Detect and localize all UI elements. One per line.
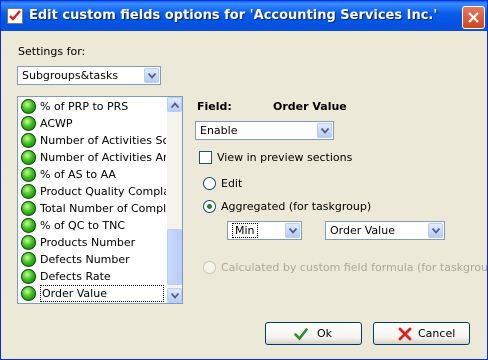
list-item[interactable]: Products Number [20,234,166,251]
window-title: Edit custom fields options for 'Accounti… [29,8,438,23]
list-item-label: % of AS to AA [40,168,116,181]
settings-for-label: Settings for: [18,45,86,58]
green-ball-icon [21,252,36,267]
scroll-thumb[interactable] [167,229,182,285]
aggregate-function-value: Min [232,223,258,238]
green-ball-icon [21,133,36,148]
list-item-label: Products Number [40,236,136,249]
settings-dropdown-button[interactable] [144,68,159,83]
close-button[interactable] [462,6,485,29]
list-item-label: ACWP [40,117,73,130]
list-item-label: % of PRP to PRS [40,100,129,113]
list-item[interactable]: Product Quality Complaint: [20,183,166,200]
list-item-label: Number of Activities Sche [40,134,166,147]
green-ball-icon [21,235,36,250]
custom-fields-list[interactable]: % of PRP to PRS ACWP Number of Activitie… [17,96,183,304]
list-item[interactable]: Defects Rate [20,268,166,285]
aggregated-radio[interactable] [203,200,216,213]
aggregate-field-select[interactable]: Order Value [325,221,445,240]
enable-select[interactable]: Enable [195,121,334,140]
cancel-button-label: Cancel [418,327,456,340]
list-scrollbar[interactable] [167,97,182,303]
chevron-down-icon [148,73,156,79]
ok-button-label: Ok [317,327,333,340]
formula-radio[interactable] [203,261,216,274]
list-item-label: Defects Rate [40,270,111,283]
aggregate-function-dropdown-button[interactable] [285,223,300,238]
edit-radio-label: Edit [221,177,243,190]
list-item[interactable]: Total Number of Complain [20,200,166,217]
title-bar[interactable]: Edit custom fields options for 'Accounti… [1,1,487,31]
preview-sections-label: View in preview sections [217,151,353,164]
scroll-up-button[interactable] [167,97,182,112]
enable-select-value: Enable [200,124,238,137]
ok-button[interactable]: Ok [265,322,362,345]
green-ball-icon [21,150,36,165]
list-item-label: Order Value [40,285,164,302]
list-item-label: Total Number of Complain [40,202,166,215]
aggregate-field-dropdown-button[interactable] [428,223,443,238]
green-ball-icon [21,218,36,233]
list-item[interactable]: Number of Activities Sche [20,132,166,149]
edit-radio[interactable] [203,177,216,190]
formula-radio-label: Calculated by custom field formula (for … [221,261,488,274]
checklist-icon [7,8,23,24]
dialog-body: Settings for: Subgroups&tasks % of PRP t… [4,31,488,356]
list-item[interactable]: Number of Activities Arran [20,149,166,166]
checkmark-icon [294,328,308,341]
list-item[interactable]: Defects Number [20,251,166,268]
dialog-window: Edit custom fields options for 'Accounti… [0,0,488,360]
aggregate-function-select[interactable]: Min [227,221,302,240]
green-ball-icon [21,99,36,114]
field-name: Order Value [273,100,347,113]
scroll-down-button[interactable] [167,288,182,303]
chevron-down-icon [432,228,440,234]
list-item[interactable]: % of QC to TNC [20,217,166,234]
aggregated-radio-label: Aggregated (for taskgroup) [221,200,372,213]
settings-for-value: Subgroups&tasks [22,69,119,82]
list-item-label: % of QC to TNC [40,219,126,232]
list-item[interactable]: ACWP [20,115,166,132]
cancel-button[interactable]: Cancel [373,322,470,345]
green-ball-icon [21,201,36,216]
list-item-selected[interactable]: Order Value [20,285,166,302]
list-item-label: Product Quality Complaint: [40,185,166,198]
list-item[interactable]: % of PRP to PRS [20,98,166,115]
field-label: Field: [197,100,232,113]
preview-sections-checkbox[interactable] [199,151,212,164]
green-ball-icon [21,167,36,182]
green-ball-icon [21,184,36,199]
list-item-label: Number of Activities Arran [40,151,166,164]
list-item[interactable]: % of AS to AA [20,166,166,183]
chevron-up-icon [171,102,179,108]
x-icon [398,327,412,341]
green-ball-icon [21,116,36,131]
enable-dropdown-button[interactable] [317,123,332,138]
settings-for-select[interactable]: Subgroups&tasks [17,66,161,85]
list-item-label: Defects Number [40,253,130,266]
chevron-down-icon [321,128,329,134]
chevron-down-icon [289,228,297,234]
close-icon [468,12,479,23]
green-ball-icon [21,286,36,301]
aggregate-field-value: Order Value [330,224,395,237]
green-ball-icon [21,269,36,284]
chevron-down-icon [171,293,179,299]
radio-selected-dot [207,204,212,209]
